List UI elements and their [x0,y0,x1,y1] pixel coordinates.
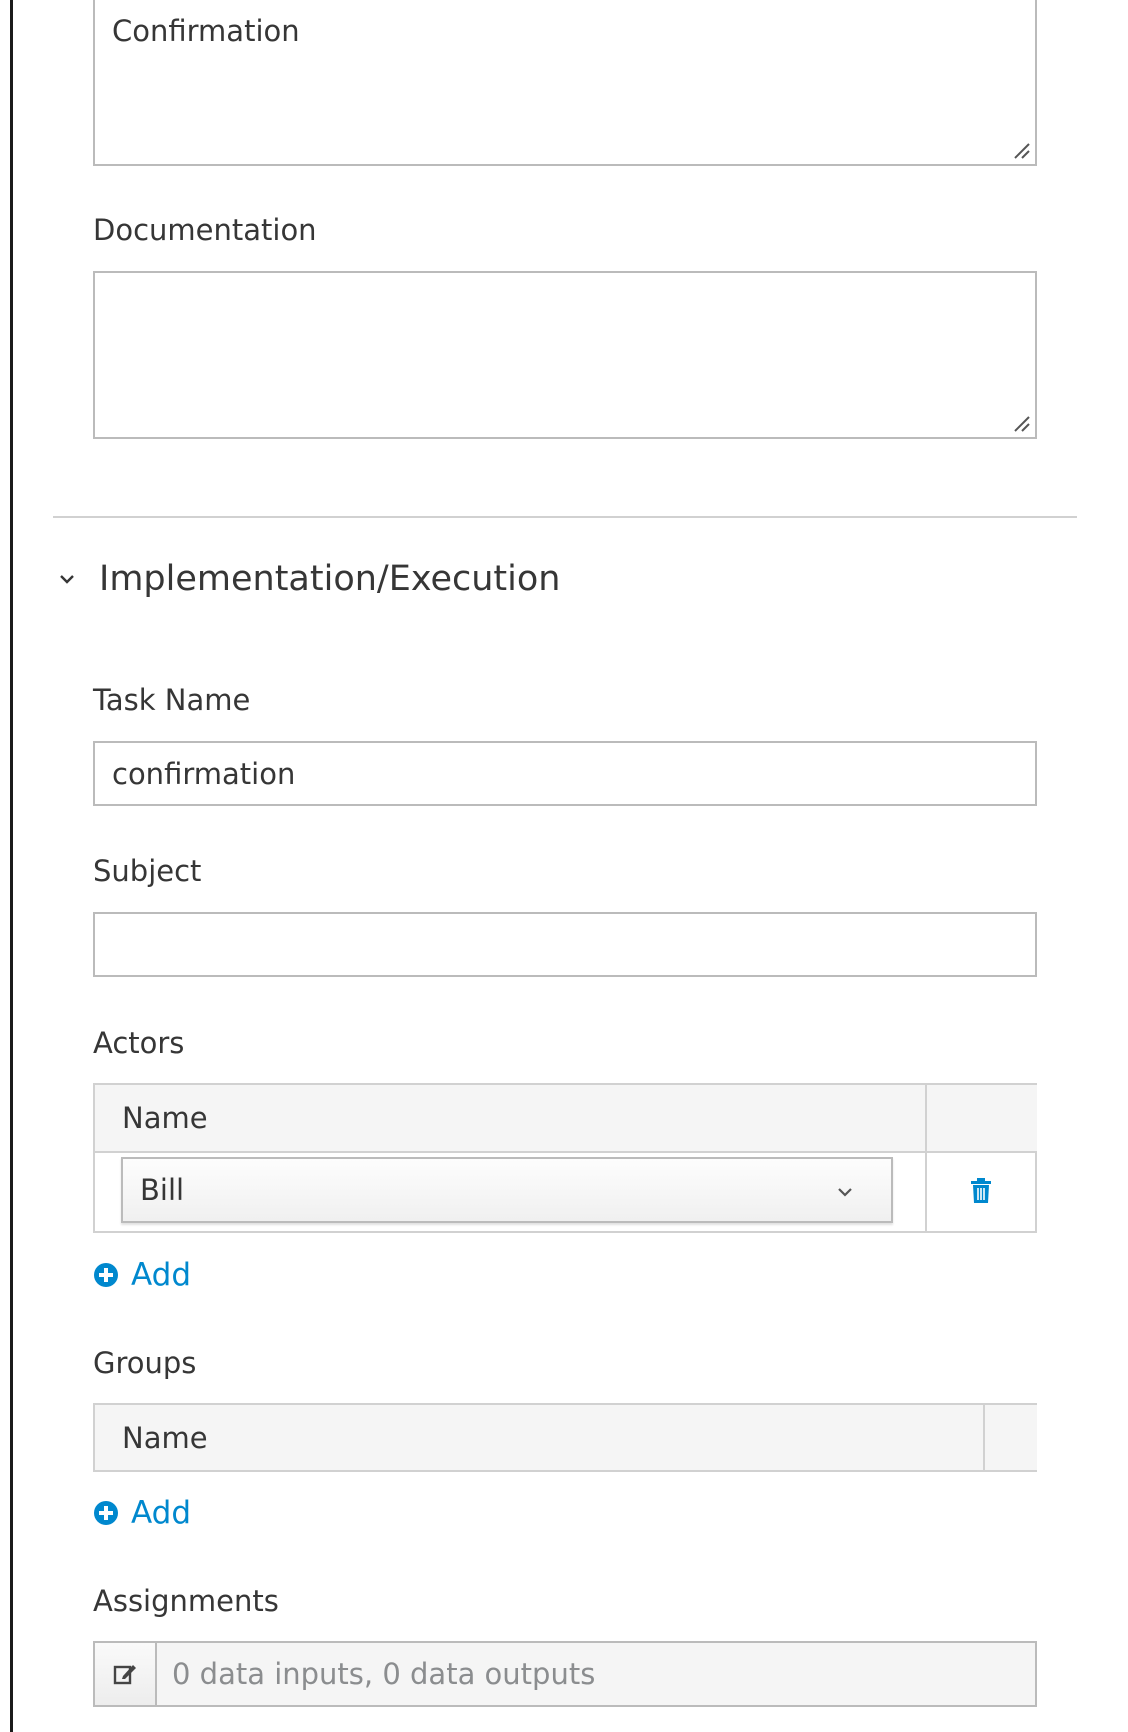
edit-icon [113,1665,136,1685]
actor-row-actions-cell [925,1151,927,1231]
trash-icon[interactable] [970,1178,992,1204]
actor-select[interactable]: Bill [121,1157,893,1223]
chevron-down-icon [838,1188,852,1197]
groups-label: Groups [93,1346,197,1380]
add-actor-button[interactable]: Add [93,1253,191,1297]
add-group-label: Add [131,1495,192,1531]
groups-column-name: Name [95,1405,1010,1470]
actors-column-name: Name [95,1085,952,1153]
resize-grip-icon[interactable] [1009,138,1031,160]
subject-label: Subject [93,854,202,888]
groups-column-actions [983,1405,1037,1470]
properties-panel: Confirmation Documentation Implementatio… [10,0,1128,1732]
actor-select-value: Bill [140,1173,185,1207]
section-divider [53,516,1077,518]
actors-column-actions [925,1085,1037,1153]
assignments-summary: 0 data inputs, 0 data outputs [172,1657,596,1691]
task-name-label: Task Name [93,683,251,717]
add-group-button[interactable]: Add [93,1491,191,1535]
name-textarea-value: Confirmation [112,14,300,48]
groups-table: Name [93,1403,1037,1472]
assignments-label: Assignments [93,1584,279,1618]
actors-table: Name Bill [93,1083,1037,1233]
task-name-input-value: confirmation [112,756,296,791]
add-actor-label: Add [131,1257,192,1293]
chevron-down-icon [60,575,74,584]
documentation-textarea[interactable] [93,271,1037,439]
table-row: Bill [95,1151,1035,1231]
name-textarea[interactable]: Confirmation [93,0,1037,166]
edit-assignments-button[interactable] [95,1643,157,1705]
resize-grip-icon[interactable] [1009,411,1031,433]
implementation-section-header[interactable]: Implementation/Execution [57,556,560,602]
assignments-field: 0 data inputs, 0 data outputs [93,1641,1037,1707]
groups-column-name-label: Name [122,1420,208,1455]
documentation-label: Documentation [93,213,317,247]
actors-column-name-label: Name [122,1101,208,1135]
plus-circle-icon [94,1501,118,1525]
task-name-input[interactable]: confirmation [93,741,1037,806]
actors-label: Actors [93,1026,185,1060]
subject-input[interactable] [93,912,1037,977]
plus-circle-icon [94,1263,118,1287]
section-title: Implementation/Execution [99,559,561,599]
